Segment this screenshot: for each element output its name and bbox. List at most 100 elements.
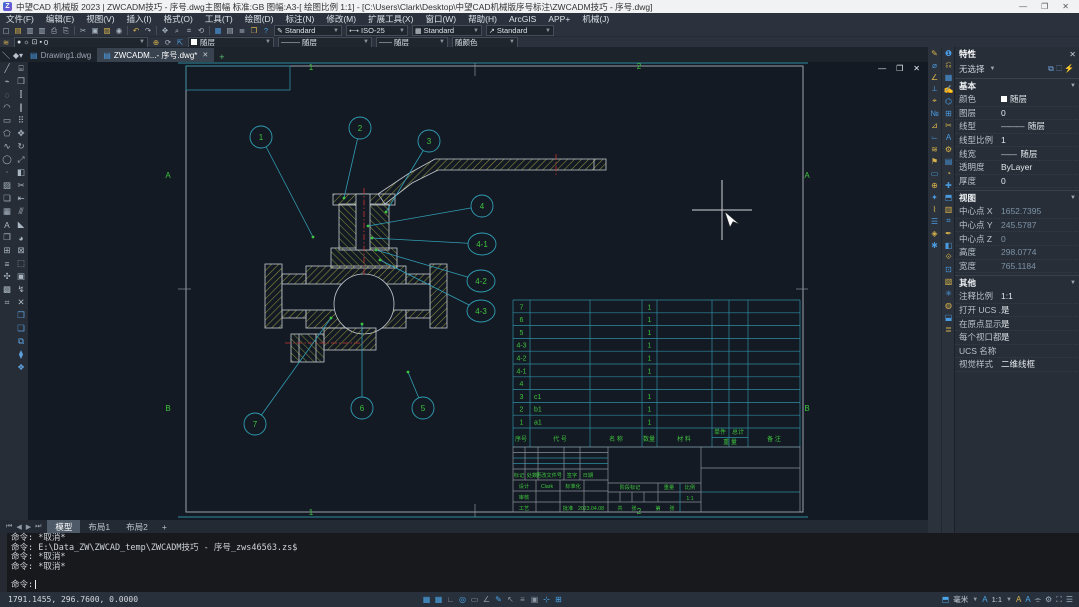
save-all-icon[interactable]: ▥	[36, 26, 48, 36]
mech-tool-icon[interactable]: ✍	[943, 83, 955, 95]
quick-calc-icon[interactable]: ≣	[236, 26, 248, 36]
selection-filter-combo[interactable]: 无选择 ▼ ⧉⬚⚡	[955, 61, 1079, 76]
properties-icon[interactable]: ▦	[212, 26, 224, 36]
eraser-icon[interactable]: ＼	[0, 49, 12, 62]
undo-icon[interactable]: ↶	[130, 26, 142, 36]
draw-tool-icon[interactable]: ⋅	[1, 166, 14, 179]
mech-tool-icon[interactable]: ⚑	[929, 155, 941, 167]
property-value[interactable]: ——— 随层	[1001, 120, 1045, 132]
modify-tool-icon[interactable]: ✥	[15, 127, 28, 140]
drawing-canvas[interactable]: 1212ABAB	[28, 62, 928, 520]
property-row[interactable]: 线宽—— 随层	[955, 147, 1079, 161]
draw-tool-icon[interactable]: ∿	[1, 140, 14, 153]
linetype-combo[interactable]: ——— 随层▼	[278, 37, 372, 48]
mech-tool-icon[interactable]: ∠	[929, 71, 941, 83]
modify-tool-icon[interactable]: ⬚	[15, 257, 28, 270]
properties-section-header[interactable]: 基本▼	[955, 78, 1079, 93]
fullscreen-icon[interactable]: ⛶	[1056, 595, 1062, 605]
draw-tool-icon[interactable]: ⌗	[1, 296, 14, 309]
object-snap-toggle[interactable]: ▭	[469, 594, 480, 605]
pan-icon[interactable]: ✥	[159, 26, 171, 36]
property-value[interactable]: 是	[1001, 304, 1010, 316]
tab-next-icon[interactable]: ▶	[26, 523, 31, 531]
properties-section-header[interactable]: 其他▼	[955, 275, 1079, 290]
mech-tool-icon[interactable]: ◍	[943, 299, 955, 311]
ortho-toggle[interactable]: ∟	[445, 594, 456, 605]
property-value[interactable]: 245.5787	[1001, 220, 1036, 230]
property-row[interactable]: 高度298.0774	[955, 246, 1079, 260]
mech-tool-icon[interactable]: ▭	[929, 167, 941, 179]
auto-annotation-icon[interactable]: A	[1025, 595, 1030, 604]
document-tab[interactable]: ▤ZWCADM...- 序号.dwg*✕	[97, 48, 214, 62]
preview-icon[interactable]: ⎘	[60, 26, 72, 36]
help-icon[interactable]: ?	[260, 26, 272, 36]
scale-chevron-icon[interactable]: ▼	[1006, 597, 1012, 603]
modify-tool-icon[interactable]: ⌸	[15, 62, 28, 75]
property-row[interactable]: UCS 名称	[955, 345, 1079, 359]
section-collapse-icon[interactable]: ▼	[1070, 195, 1076, 201]
property-row[interactable]: 线型比例1	[955, 134, 1079, 148]
clipboard-tool-icon[interactable]: ⧉	[15, 335, 28, 348]
clipboard-tool-icon[interactable]: ❖	[15, 361, 28, 374]
modify-tool-icon[interactable]: ✕	[15, 296, 28, 309]
property-row[interactable]: 宽度765.1184	[955, 260, 1079, 274]
layer-previous-icon[interactable]: ⟳	[162, 37, 174, 47]
sheet-set-icon[interactable]: ❐	[248, 26, 260, 36]
property-value[interactable]: 随层	[1001, 93, 1027, 105]
mech-tool-icon[interactable]: ◈	[929, 227, 941, 239]
annotation-visibility-icon[interactable]: A	[1016, 595, 1021, 604]
menu-item[interactable]: 修改(M)	[320, 13, 362, 25]
mech-tool-icon[interactable]: ⚙	[943, 143, 955, 155]
tool-flyout-icon[interactable]: ◆▾	[12, 49, 24, 62]
new-layout-button[interactable]: +	[156, 522, 173, 532]
layer-isolate-icon[interactable]: ⊕	[150, 37, 162, 47]
zoom-window-icon[interactable]: ⌗	[183, 26, 195, 36]
draw-tool-icon[interactable]: ▭	[1, 114, 14, 127]
mech-tool-icon[interactable]: ≋	[929, 143, 941, 155]
clipboard-tool-icon[interactable]: ⧫	[15, 348, 28, 361]
modify-tool-icon[interactable]: ◕	[15, 231, 28, 244]
property-value[interactable]: 0	[1001, 234, 1006, 244]
modify-tool-icon[interactable]: ↻	[15, 140, 28, 153]
mech-tool-icon[interactable]: ✳	[943, 287, 955, 299]
property-row[interactable]: 图层0	[955, 107, 1079, 121]
mech-tool-icon[interactable]: ▤	[943, 155, 955, 167]
mech-tool-icon[interactable]: ⊡	[943, 263, 955, 275]
mech-tool-icon[interactable]: ✚	[943, 179, 955, 191]
selection-cycling-toggle[interactable]: ⊹	[541, 594, 552, 605]
properties-section-header[interactable]: 视图▼	[955, 190, 1079, 205]
open-icon[interactable]: ▤	[12, 26, 24, 36]
document-tab[interactable]: ▤Drawing1.dwg	[24, 48, 97, 62]
polar-toggle[interactable]: ◎	[457, 594, 468, 605]
draw-tool-icon[interactable]: ◠	[1, 101, 14, 114]
layer-states-icon[interactable]: ⇱	[174, 37, 186, 47]
menu-item[interactable]: 插入(I)	[121, 13, 158, 25]
plot-icon[interactable]: ⎙	[48, 26, 60, 36]
model-space-icon[interactable]: ⬒	[942, 595, 950, 604]
modify-tool-icon[interactable]: ◣	[15, 218, 28, 231]
unit-display[interactable]: 毫米	[953, 594, 968, 605]
match-properties-icon[interactable]: ◉	[113, 26, 125, 36]
tool-palette-icon[interactable]: ▤	[224, 26, 236, 36]
doc-minimize-icon[interactable]: —	[878, 64, 886, 73]
paste-icon[interactable]: ▧	[101, 26, 113, 36]
cut-icon[interactable]: ✂	[77, 26, 89, 36]
property-row[interactable]: 厚度0	[955, 175, 1079, 189]
menu-item[interactable]: 标注(N)	[280, 13, 321, 25]
selection-tool-icons[interactable]: ⧉⬚⚡	[1048, 64, 1076, 74]
mleader-style-combo[interactable]: ↗ Standard▼	[486, 25, 554, 36]
property-value[interactable]: 298.0774	[1001, 247, 1036, 257]
menu-item[interactable]: 机械(J)	[576, 13, 615, 25]
plot-style-combo[interactable]: 随颜色▼	[452, 37, 518, 48]
modify-tool-icon[interactable]: ⫻	[15, 205, 28, 218]
property-value[interactable]: 是	[1001, 331, 1010, 343]
clipboard-tool-icon[interactable]: ❒	[15, 309, 28, 322]
new-tab-button[interactable]: +	[214, 52, 229, 62]
mech-tool-icon[interactable]: ⟂	[929, 83, 941, 95]
menu-item[interactable]: 编辑(E)	[40, 13, 80, 25]
menu-item[interactable]: 视图(V)	[80, 13, 120, 25]
property-value[interactable]: —— 随层	[1001, 148, 1037, 160]
property-row[interactable]: 中心点 X1652.7395	[955, 205, 1079, 219]
copy-icon[interactable]: ▣	[89, 26, 101, 36]
modify-tool-icon[interactable]: ⇤	[15, 192, 28, 205]
